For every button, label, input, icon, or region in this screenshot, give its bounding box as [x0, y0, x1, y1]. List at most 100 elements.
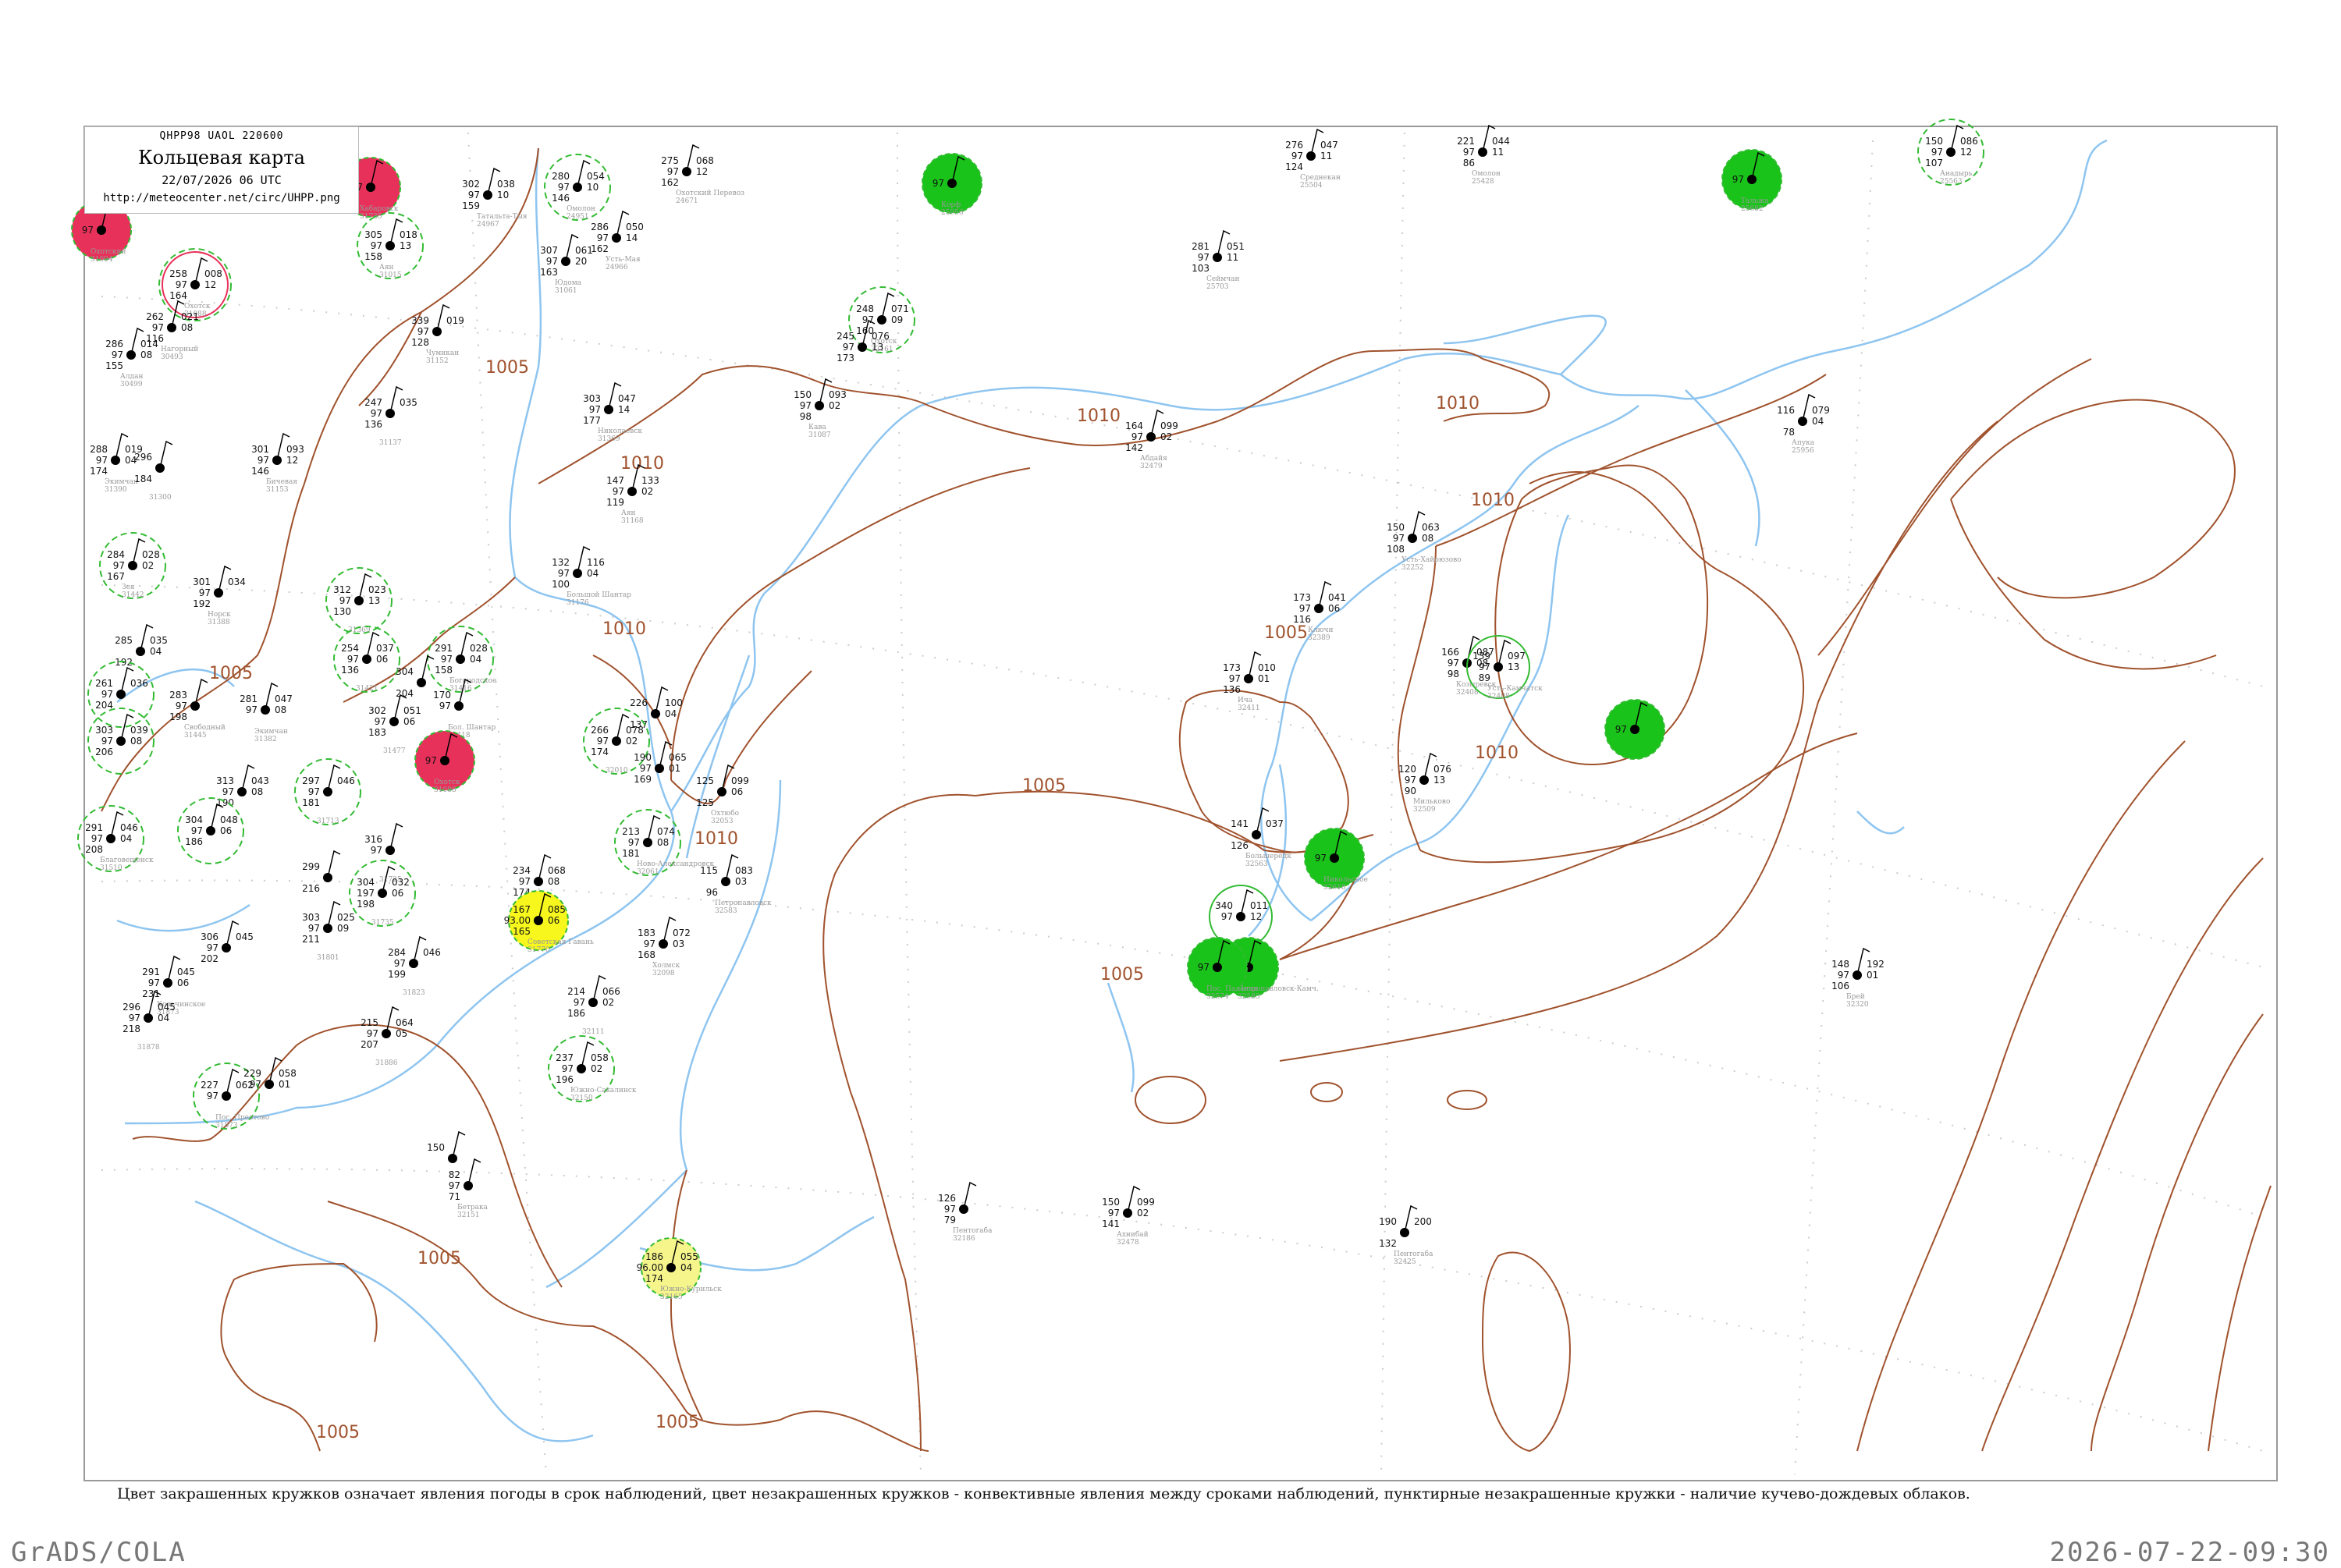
pressure-tendency: 04 [470, 654, 481, 665]
pressure-temperature: 139 [1472, 651, 1490, 662]
station-plot: 183 072 97 03 168 Холмск32098 [638, 916, 691, 977]
pressure-temperature: 301 [193, 576, 211, 587]
dewpoint-value: 169 [634, 774, 652, 785]
weather-code: 97 [222, 786, 234, 797]
station-id: 25504 [1300, 182, 1323, 190]
dewpoint-value: 162 [661, 177, 679, 188]
pressure-value: 085 [548, 904, 566, 915]
pressure-tendency: 06 [177, 977, 189, 988]
pressure-value: 008 [204, 268, 222, 279]
pressure-value: 071 [891, 303, 909, 314]
station-plot: 304 032 197 06 198 31735 [349, 860, 416, 927]
weather-code: 97 [1405, 775, 1416, 786]
pressure-temperature: 299 [302, 861, 320, 872]
pressure-value: 045 [236, 931, 254, 942]
dewpoint-value: 207 [361, 1039, 378, 1050]
pressure-tendency: 13 [400, 240, 411, 251]
station-id: 31770 [528, 946, 550, 954]
pressure-temperature: 247 [364, 397, 382, 408]
dewpoint-value: 198 [357, 899, 375, 910]
station-name: Пос. Паланки [1206, 985, 1258, 993]
station-name: Никольское [1323, 876, 1368, 884]
station-id: 25682 [1741, 205, 1764, 213]
station-id: 31878 [137, 1044, 160, 1052]
dewpoint-value: 167 [107, 571, 125, 582]
islands [1135, 1076, 1571, 1453]
pressure-temperature: 226 [630, 697, 648, 708]
dewpoint-value: 181 [302, 797, 320, 808]
station-plot: 280 054 97 10 146Омолон24951 [544, 154, 611, 221]
pressure-value: 025 [337, 912, 355, 923]
pressure-tendency: 04 [150, 646, 162, 657]
pressure-value: 046 [337, 775, 355, 786]
station-id: 32574 [1206, 993, 1229, 1001]
weather-code: 97 [308, 786, 320, 797]
dewpoint-value: 168 [638, 949, 655, 960]
pressure-tendency: 02 [591, 1063, 602, 1074]
dewpoint-value: 108 [1387, 544, 1405, 555]
pressure-temperature: 132 [552, 557, 570, 568]
station-name: Норск [208, 611, 231, 619]
pressure-temperature: 291 [85, 822, 103, 833]
weather-code: 97 [597, 232, 609, 243]
station-plot: 226 10004137 [630, 686, 683, 730]
station-plot: 286 050 97 14 162 Усть-Мая24966 [591, 210, 644, 271]
weather-code: 97 [176, 279, 187, 290]
dewpoint-value: 183 [368, 727, 386, 738]
isobar-label: 1005 [485, 358, 529, 378]
pressure-value: 076 [1433, 764, 1451, 775]
pressure-value: 035 [150, 635, 168, 646]
station-name: Аян [621, 509, 636, 517]
isobar-label: 1010 [620, 454, 664, 474]
pressure-tendency: 02 [626, 736, 638, 747]
station-plot: 215 064 97 05 207 31886 [361, 1006, 414, 1067]
weather-code: 97 [417, 326, 429, 337]
pressure-tendency: 03 [735, 876, 747, 887]
station-id: 31477 [383, 747, 406, 755]
pressure-temperature: 147 [606, 475, 624, 486]
station-id: 24671 [676, 197, 698, 205]
map-date: 22/07/2026 06 UTC [162, 173, 282, 187]
pressure-temperature: 190 [634, 752, 652, 763]
pressure-value: 072 [673, 928, 691, 938]
weather-code: 97 [375, 716, 386, 727]
dewpoint-value: 132 [1379, 1238, 1397, 1249]
station-id: 31300 [149, 494, 172, 502]
station-id: 25563 [1940, 178, 1963, 186]
pressure-tendency: 06 [403, 716, 415, 727]
pressure-temperature: 284 [107, 549, 125, 560]
weather-code: 97 [371, 408, 382, 419]
weather-code: 97 [347, 654, 359, 665]
station-id: 31801 [317, 954, 339, 962]
weather-code: 97 [843, 342, 854, 353]
dewpoint-value: 128 [411, 337, 429, 348]
pressure-temperature: 150 [1925, 136, 1943, 147]
pressure-value: 099 [1160, 420, 1178, 431]
station-name: Анадырь [1940, 170, 1973, 178]
synoptic-map: 1005 1005 1005 1005 1005 1005 1005 1005 … [71, 119, 2278, 1481]
station-name: Апука [1792, 439, 1815, 447]
pressure-tendency: 08 [140, 349, 152, 360]
pressure-value: 099 [1137, 1197, 1155, 1208]
station-plot: 301 093 97 12 146Бичевая31153 [251, 432, 304, 494]
weather-code: 97 [176, 701, 187, 711]
station-name: Николаевск [598, 427, 642, 435]
station-id: 31137 [379, 439, 402, 447]
station-plot: 284 046 97199 31823 [388, 935, 441, 997]
dewpoint-value: 231 [142, 988, 160, 999]
map-url[interactable]: http://meteocenter.net/circ/UHPP.png [85, 192, 358, 204]
pressure-tendency: 06 [392, 888, 403, 899]
pressure-temperature: 173 [1223, 662, 1241, 673]
pressure-temperature: 170 [433, 690, 451, 701]
weather-code: 97 [1448, 658, 1459, 669]
pressure-temperature: 164 [1125, 420, 1143, 431]
station-id: 32509 [1413, 806, 1436, 814]
station-id: 31388 [208, 619, 230, 626]
station-id: 31153 [266, 486, 289, 494]
pressure-value: 044 [1492, 136, 1510, 147]
pressure-tendency: 09 [891, 314, 903, 325]
dewpoint-value: 174 [591, 747, 609, 757]
pressure-tendency: 06 [548, 915, 559, 926]
station-id: 31152 [426, 357, 449, 365]
weather-code: 97 [367, 1028, 378, 1039]
